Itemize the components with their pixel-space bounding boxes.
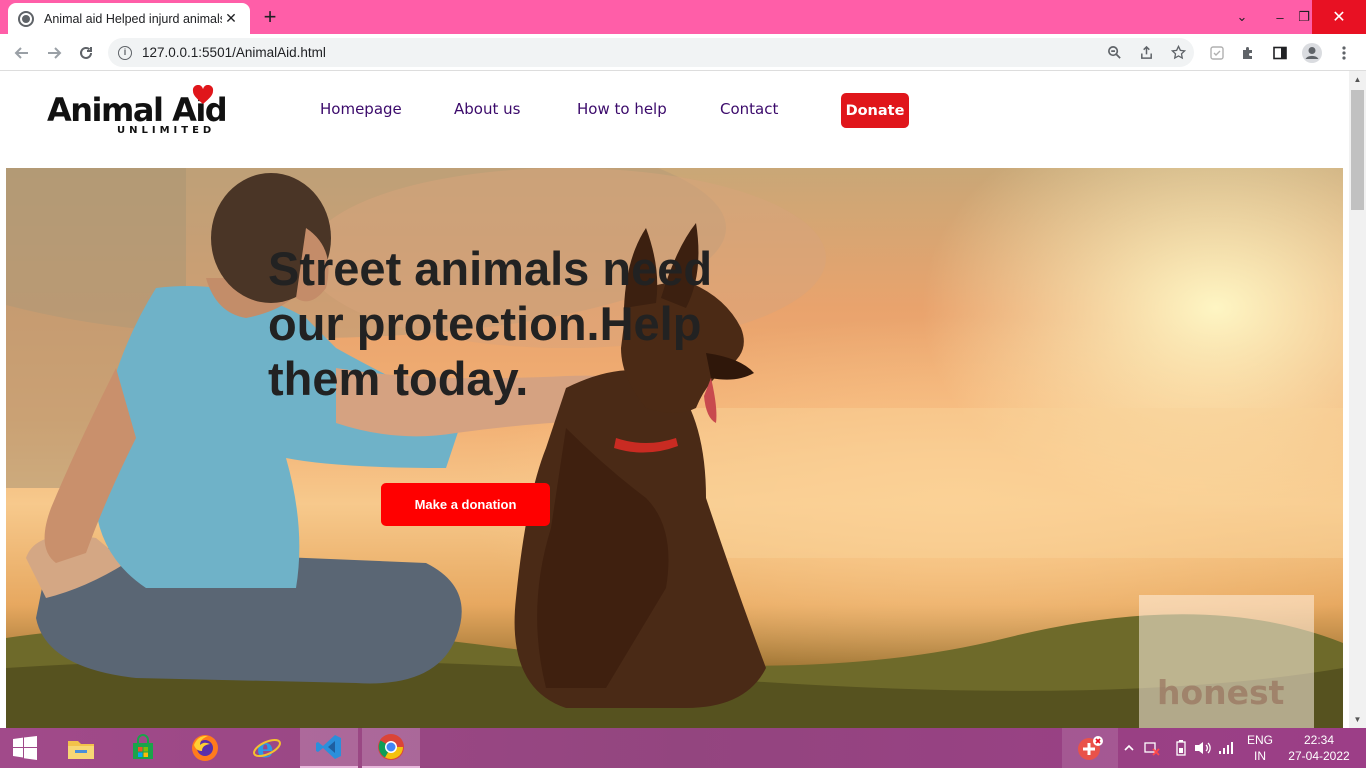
- firefox-icon[interactable]: [176, 728, 234, 768]
- svg-text:e: e: [257, 734, 274, 763]
- chrome-icon[interactable]: [362, 728, 420, 768]
- clock[interactable]: 22:34 27-04-2022: [1284, 732, 1354, 764]
- windows-start-icon[interactable]: [0, 728, 50, 768]
- puzzle-icon[interactable]: [1235, 40, 1261, 66]
- battery-icon[interactable]: [1174, 728, 1188, 768]
- new-tab-button[interactable]: +: [258, 6, 282, 30]
- nav-how-to-help[interactable]: How to help: [577, 100, 667, 118]
- tab-search-chevron-icon[interactable]: ⌄: [1222, 0, 1262, 34]
- site-info-icon[interactable]: i: [118, 45, 132, 60]
- nav-about-us[interactable]: About us: [454, 100, 520, 118]
- bookmark-star-icon[interactable]: [1162, 38, 1194, 67]
- watermark-text: honest: [1157, 673, 1285, 712]
- browser-toolbar: i 127.0.0.1:5501/AnimalAid.html: [0, 34, 1366, 71]
- close-window-button[interactable]: ✕: [1312, 0, 1366, 34]
- more-menu-icon[interactable]: [1331, 40, 1357, 66]
- clock-date: 27-04-2022: [1288, 749, 1350, 763]
- wifi-signal-icon[interactable]: [1218, 728, 1236, 768]
- heart-icon: [192, 85, 214, 104]
- windows-taskbar: e ENG IN 22:34 27-04-2022: [0, 728, 1366, 768]
- address-bar[interactable]: i 127.0.0.1:5501/AnimalAid.html: [108, 38, 1194, 67]
- page-scrollbar[interactable]: ▲ ▼: [1349, 71, 1366, 728]
- honest-kitchen-watermark: honest: [1139, 595, 1314, 728]
- internet-explorer-icon[interactable]: e: [238, 728, 296, 768]
- profile-avatar-icon[interactable]: [1299, 40, 1325, 66]
- browser-tab[interactable]: Animal aid Helped injurd animals ✕: [8, 3, 250, 34]
- language-region: IN: [1254, 749, 1266, 763]
- tray-app-icon[interactable]: [1062, 728, 1118, 768]
- tray-overflow-chevron-icon[interactable]: [1124, 728, 1134, 768]
- vs-code-icon[interactable]: [300, 728, 358, 768]
- reload-icon[interactable]: [73, 40, 99, 66]
- network-warning-icon[interactable]: [1144, 728, 1160, 768]
- browser-tab-strip: Animal aid Helped injurd animals ✕ + ⌄ –…: [0, 0, 1366, 34]
- language-code: ENG: [1246, 733, 1273, 747]
- web-page: Animal Aid UNLIMITED Homepage About us H…: [0, 71, 1349, 728]
- zoom-icon[interactable]: [1098, 38, 1130, 67]
- extension-icon[interactable]: [1204, 40, 1230, 66]
- scrollbar-thumb[interactable]: [1351, 90, 1364, 210]
- clock-time: 22:34: [1303, 733, 1335, 747]
- hero-banner: Street animals need our protection.Help …: [6, 168, 1343, 728]
- logo-sub-text: UNLIMITED: [117, 125, 216, 136]
- tab-title: Animal aid Helped injurd animals: [44, 11, 222, 26]
- share-icon[interactable]: [1130, 38, 1162, 67]
- nav-homepage[interactable]: Homepage: [320, 100, 402, 118]
- scroll-up-arrow-icon[interactable]: ▲: [1349, 71, 1366, 88]
- animal-aid-logo[interactable]: Animal Aid UNLIMITED: [47, 85, 232, 139]
- hero-heading: Street animals need our protection.Help …: [268, 242, 713, 405]
- site-header: Animal Aid UNLIMITED Homepage About us H…: [0, 71, 1349, 168]
- speaker-icon[interactable]: [1194, 728, 1212, 768]
- microsoft-store-icon[interactable]: [114, 728, 172, 768]
- globe-icon: [18, 10, 34, 27]
- side-panel-icon[interactable]: [1267, 40, 1293, 66]
- forward-arrow-icon[interactable]: [41, 40, 67, 66]
- donate-button[interactable]: Donate: [841, 93, 909, 128]
- make-donation-button[interactable]: Make a donation: [381, 483, 550, 526]
- language-indicator[interactable]: ENG IN: [1244, 732, 1276, 764]
- back-arrow-icon[interactable]: [9, 40, 35, 66]
- file-explorer-icon[interactable]: [52, 728, 110, 768]
- url-text[interactable]: 127.0.0.1:5501/AnimalAid.html: [142, 45, 1098, 60]
- scroll-down-arrow-icon[interactable]: ▼: [1349, 711, 1366, 728]
- nav-contact[interactable]: Contact: [720, 100, 778, 118]
- tab-close-icon[interactable]: ✕: [222, 10, 240, 27]
